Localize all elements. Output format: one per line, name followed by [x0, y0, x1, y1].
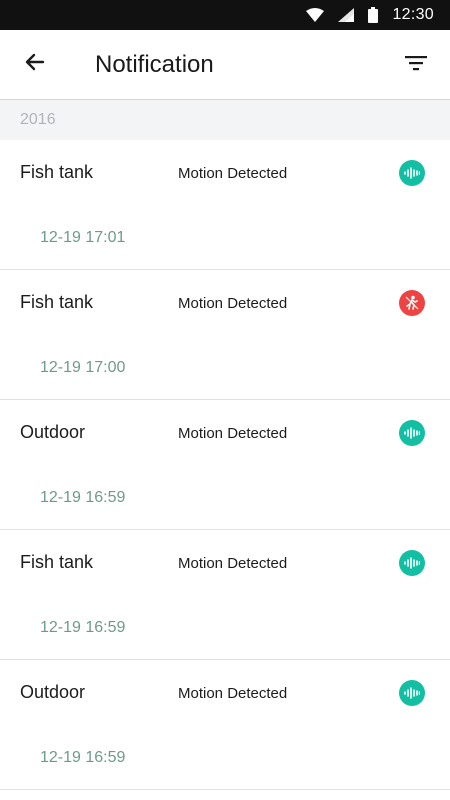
- sound-wave-icon: [399, 550, 425, 576]
- status-time: 12:30: [392, 6, 434, 23]
- event-type: Motion Detected: [178, 425, 288, 442]
- signal-icon: [338, 8, 355, 22]
- device-name: Fish tank: [20, 552, 94, 572]
- event-time: 12-19 16:59: [40, 619, 126, 636]
- event-time: 12-19 17:01: [40, 229, 126, 246]
- event-type: Motion Detected: [178, 685, 288, 702]
- device-name: Outdoor: [20, 682, 86, 702]
- person-walking-icon: [399, 290, 425, 316]
- sound-wave-icon: [399, 160, 425, 186]
- device-name: Fish tank: [20, 292, 94, 312]
- device-name: Fish tank: [20, 162, 94, 182]
- notification-item[interactable]: Fish tank Motion Detected 12-19 17:00: [0, 270, 450, 400]
- device-name: Outdoor: [20, 422, 86, 442]
- event-time: 12-19 16:59: [40, 749, 126, 766]
- event-type: Motion Detected: [178, 295, 288, 312]
- event-time: 12-19 17:00: [40, 359, 126, 376]
- status-bar: 12:30: [0, 0, 450, 30]
- app-bar: Notification: [0, 30, 450, 100]
- event-time: 12-19 16:59: [40, 489, 126, 506]
- notification-item[interactable]: Fish tank Motion Detected 12-19 17:01: [0, 140, 450, 270]
- wifi-icon: [306, 8, 325, 22]
- notification-item[interactable]: Outdoor Motion Detected 12-19 16:59: [0, 400, 450, 530]
- section-header-year: 2016: [0, 100, 450, 140]
- battery-icon: [368, 7, 379, 23]
- page-title: Notification: [95, 50, 214, 78]
- notification-item[interactable]: Outdoor Motion Detected 12-19 16:59: [0, 660, 450, 790]
- event-type: Motion Detected: [178, 555, 288, 572]
- arrow-left-icon: [23, 50, 47, 79]
- sound-wave-icon: [399, 680, 425, 706]
- notification-item[interactable]: Fish tank Motion Detected 12-19 16:59: [0, 530, 450, 660]
- filter-icon: [405, 55, 427, 76]
- filter-button[interactable]: [396, 45, 436, 85]
- notification-list: Fish tank Motion Detected 12-19 17:01 Fish …: [0, 140, 450, 790]
- back-button[interactable]: [0, 30, 70, 100]
- event-type: Motion Detected: [178, 165, 288, 182]
- sound-wave-icon: [399, 420, 425, 446]
